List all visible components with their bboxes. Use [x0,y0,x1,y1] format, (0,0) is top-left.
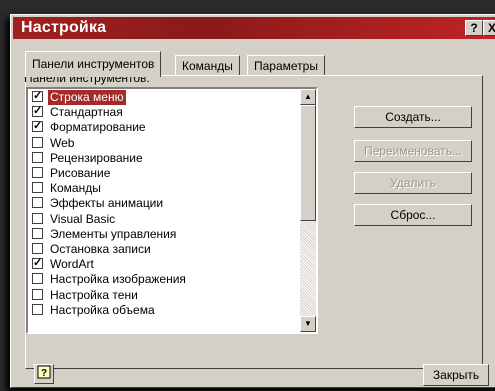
list-item-label: Стандартная [50,105,123,120]
tab-commands[interactable]: Команды [175,55,240,76]
rename-button[interactable]: Переименовать... [354,140,472,162]
list-item[interactable]: Эффекты анимации [30,196,302,211]
scroll-thumb[interactable] [300,105,316,221]
tab-options[interactable]: Параметры [247,55,325,76]
list-item[interactable]: Элементы управления [30,227,302,242]
list-item[interactable]: Рисование [30,166,302,181]
checkbox[interactable] [32,243,43,254]
list-item-label: Строка меню [48,90,126,105]
create-button[interactable]: Создать... [354,106,472,128]
close-button[interactable]: Закрыть [423,364,489,386]
list-item-label: Форматирование [50,120,146,135]
list-item[interactable]: ✓ Стандартная [30,105,302,120]
checkbox[interactable] [32,227,43,239]
question-icon: ? [37,365,51,379]
checkbox[interactable] [32,151,43,163]
list-item-label: Web [50,135,75,150]
checkbox[interactable]: ✓ [32,121,43,133]
checkbox[interactable] [32,273,43,285]
list-item[interactable]: Visual Basic [30,212,302,227]
list-item[interactable]: Остановка записи [30,242,302,257]
list-item-label: WordArt [50,257,94,272]
list-item-label: Настройка изображения [50,272,186,287]
checkbox[interactable]: ✓ [32,91,43,102]
list-item-label: Остановка записи [50,242,151,256]
list-item[interactable]: Настройка объема [30,303,302,318]
toolbars-list[interactable]: ✓ Строка меню ✓ Стандартная ✓ Форматирование W… [26,87,318,334]
list-item[interactable]: Web [30,136,302,151]
vertical-scrollbar[interactable]: ▲ ▼ [300,89,316,332]
checkbox[interactable] [32,303,43,315]
checkbox[interactable] [32,167,43,178]
list-item-label: Настройка объема [50,302,155,317]
reset-button[interactable]: Сброс... [354,204,472,226]
list-item[interactable]: Рецензирование [30,151,302,166]
checkbox[interactable] [32,212,43,224]
list-item-label: Эффекты анимации [50,196,164,211]
dialog-title: Настройка [21,19,107,36]
help-button[interactable]: ? [465,20,483,36]
list-item-label: Рецензирование [50,150,143,165]
help-icon[interactable]: ? [34,364,54,384]
list-item-label: Рисование [50,166,111,180]
close-window-button[interactable]: X [483,20,495,36]
checkbox[interactable] [32,136,43,148]
checkbox[interactable]: ✓ [32,106,43,118]
list-item[interactable]: ✓ WordArt [30,257,302,272]
delete-button[interactable]: Удалить [354,172,472,194]
checkbox[interactable] [32,182,43,194]
list-item[interactable]: Настройка тени [30,288,302,303]
list-item[interactable]: Настройка изображения [30,272,302,287]
list-item-label: Элементы управления [50,226,177,241]
list-item-label: Команды [50,181,101,196]
scroll-down-button[interactable]: ▼ [300,316,316,332]
list-item[interactable]: ✓ Строка меню [30,90,302,105]
checkbox[interactable] [32,197,43,209]
list-item-label: Настройка тени [50,287,138,302]
list-item[interactable]: ✓ Форматирование [30,120,302,135]
list-item-label: Visual Basic [50,211,116,226]
checkbox[interactable]: ✓ [32,258,43,270]
tab-toolbars[interactable]: Панели инструментов [25,51,162,77]
scroll-up-button[interactable]: ▲ [300,89,316,105]
title-bar[interactable]: Настройка ? X [13,17,495,39]
svg-text:?: ? [41,368,47,379]
list-item[interactable]: Команды [30,181,302,196]
checkbox[interactable] [32,288,43,300]
